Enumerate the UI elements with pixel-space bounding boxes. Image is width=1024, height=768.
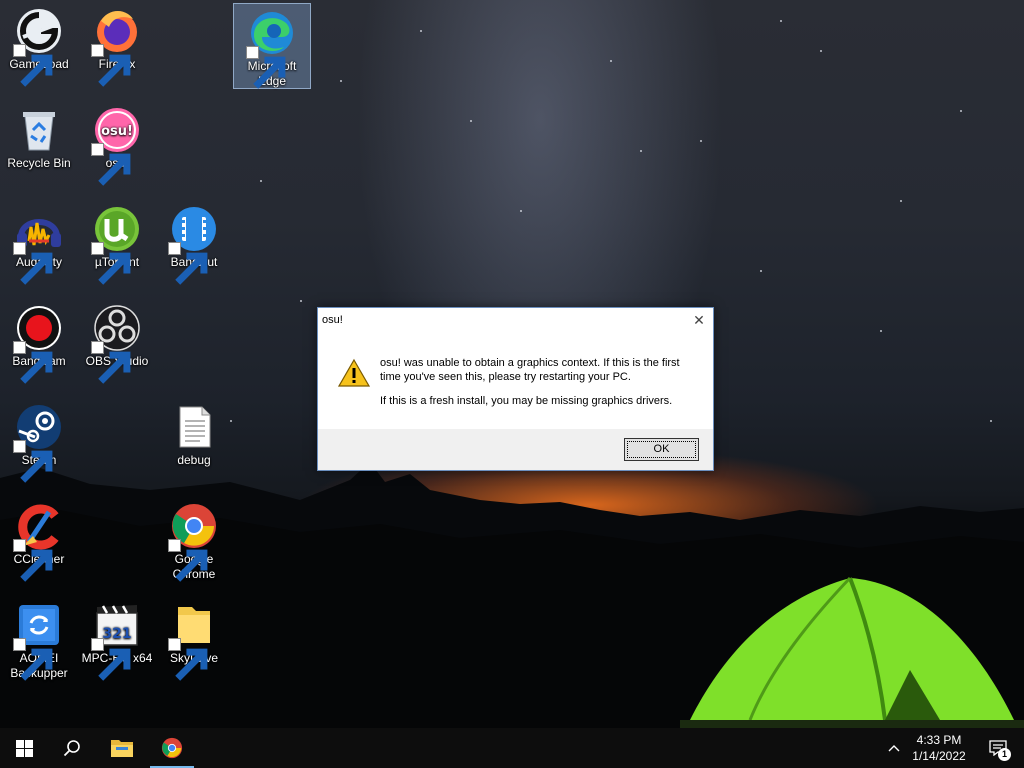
desktop-icon-label: debug	[177, 453, 211, 467]
text-file-icon	[170, 403, 218, 451]
mpc-hc-icon: 321	[91, 601, 141, 681]
error-dialog: osu! ✕ osu! was unable to obtain a graph…	[317, 307, 714, 471]
edge-icon	[246, 9, 296, 89]
star	[820, 50, 822, 52]
desktop-icon-label: Recycle Bin	[7, 156, 71, 170]
desktop-icon-osu[interactable]: osu! osu!	[79, 101, 155, 186]
star	[780, 20, 782, 22]
obs-icon	[91, 304, 141, 384]
desktop-icon-bandicam[interactable]: Bandicam	[1, 299, 77, 384]
star	[880, 330, 882, 332]
star	[640, 150, 642, 152]
search-icon	[63, 740, 80, 757]
shortcut-arrow-icon	[91, 44, 131, 87]
chevron-up-icon	[888, 745, 900, 752]
warning-icon	[338, 358, 370, 387]
shortcut-arrow-icon	[246, 46, 286, 89]
taskbar: 4:33 PM 1/14/2022 1	[0, 728, 1024, 768]
shortcut-arrow-icon	[13, 539, 53, 582]
shortcut-arrow-icon	[13, 44, 53, 87]
search-button[interactable]	[48, 728, 96, 768]
desktop-icon-steam[interactable]: Steam	[1, 398, 77, 483]
action-center-button[interactable]: 1	[978, 728, 1018, 768]
firefox-icon	[91, 7, 141, 87]
desktop-icon-google-chrome[interactable]: Google Chrome	[156, 497, 232, 582]
bandicam-icon	[13, 304, 63, 384]
ccleaner-icon	[13, 502, 63, 582]
desktop-icon-ccleaner[interactable]: CCleaner	[1, 497, 77, 582]
steam-icon	[13, 403, 63, 483]
desktop-icon-obs-studio[interactable]: OBS Studio	[79, 299, 155, 384]
show-hidden-icons-button[interactable]	[882, 728, 906, 768]
star	[260, 180, 262, 182]
shortcut-arrow-icon	[13, 638, 53, 681]
audacity-icon	[13, 205, 63, 285]
taskbar-chrome[interactable]	[148, 728, 196, 768]
dialog-message: osu! was unable to obtain a graphics con…	[380, 356, 700, 418]
shortcut-arrow-icon	[91, 242, 131, 285]
shortcut-arrow-icon	[13, 341, 53, 384]
desktop-icon-firefox[interactable]: Firefox	[79, 2, 155, 87]
aomei-icon	[13, 601, 63, 681]
shortcut-arrow-icon	[91, 341, 131, 384]
tent-illustration	[680, 576, 1024, 728]
desktop-icon-bandicut[interactable]: Bandicut	[156, 200, 232, 285]
desktop-icon-utorrent[interactable]: µTorrent	[79, 200, 155, 285]
star	[470, 120, 472, 122]
star	[420, 30, 422, 32]
desktop-icon-recycle-bin[interactable]: Recycle Bin	[1, 101, 77, 171]
windows-start-icon	[15, 739, 33, 757]
shortcut-arrow-icon	[168, 539, 208, 582]
ok-button[interactable]: OK	[624, 438, 699, 461]
desktop-icon-aomei-backupper[interactable]: AOMEI Backupper	[1, 596, 77, 681]
clock-date: 1/14/2022	[912, 749, 966, 763]
clock-time: 4:33 PM	[916, 733, 962, 747]
star	[520, 210, 522, 212]
desktop-icon-debug[interactable]: debug	[156, 398, 232, 468]
notification-count-badge: 1	[998, 748, 1011, 761]
folder-icon	[168, 601, 218, 681]
star	[990, 420, 992, 422]
clock[interactable]: 4:33 PM 1/14/2022	[908, 732, 970, 764]
dialog-footer: OK	[318, 429, 713, 470]
chrome-icon	[168, 502, 218, 582]
desktop-icon-microsoft-edge[interactable]: Microsoft Edge	[233, 3, 311, 89]
desktop-icon-audacity[interactable]: Audacity	[1, 200, 77, 285]
shortcut-arrow-icon	[13, 440, 53, 483]
start-button[interactable]	[0, 728, 48, 768]
star	[700, 140, 702, 142]
taskbar-file-explorer[interactable]	[98, 728, 146, 768]
desktop-icon-mpc-hc[interactable]: 321 MPC-HC x64	[79, 596, 155, 681]
gameload-icon	[13, 7, 63, 87]
bandicut-icon	[168, 205, 218, 285]
chrome-icon	[161, 737, 183, 759]
svg-text:osu!: osu!	[101, 124, 133, 139]
shortcut-arrow-icon	[91, 638, 131, 681]
close-icon[interactable]: ✕	[691, 312, 707, 328]
shortcut-arrow-icon	[168, 638, 208, 681]
star	[340, 80, 342, 82]
file-explorer-icon	[111, 740, 133, 757]
utorrent-icon	[91, 205, 141, 285]
desktop-icon-gameload[interactable]: GameLoad	[1, 2, 77, 87]
dialog-message-line: If this is a fresh install, you may be m…	[380, 395, 673, 407]
shortcut-arrow-icon	[13, 242, 53, 285]
star	[610, 60, 612, 62]
osu-icon: osu!	[91, 106, 141, 186]
shortcut-arrow-icon	[168, 242, 208, 285]
star	[300, 300, 302, 302]
dialog-title: osu!	[322, 314, 343, 326]
desktop-icon-skydrive[interactable]: SkyDrive	[156, 596, 232, 681]
star	[900, 200, 902, 202]
recycle-bin-icon	[15, 106, 63, 154]
dialog-message-line: osu! was unable to obtain a graphics con…	[380, 357, 680, 383]
star	[960, 110, 962, 112]
shortcut-arrow-icon	[91, 143, 131, 186]
star	[760, 270, 762, 272]
